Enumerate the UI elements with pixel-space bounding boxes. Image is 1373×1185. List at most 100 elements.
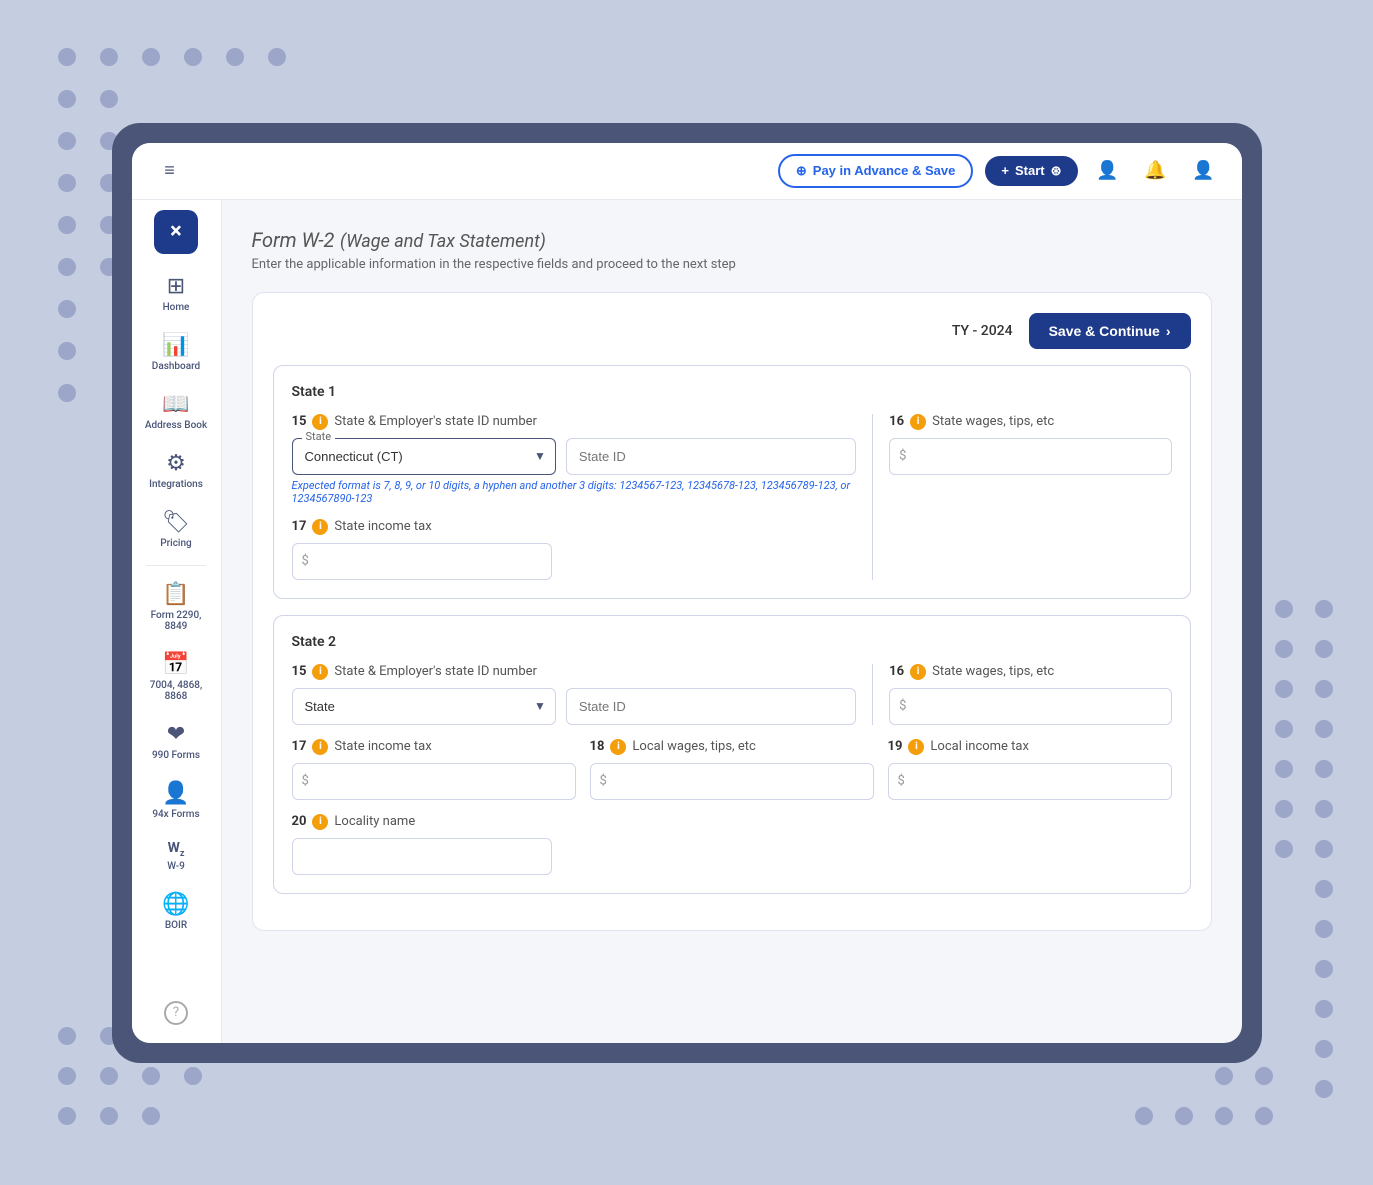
field17-info-icon[interactable]: i [312, 519, 328, 535]
field16-label-text: State wages, tips, etc [932, 414, 1054, 429]
state2-field20-label-text: Locality name [334, 814, 415, 829]
pricing-icon: 🏷 [162, 510, 190, 535]
plus-icon: + [1001, 163, 1009, 178]
topbar: ≡ ⊕ Pay in Advance & Save + Start ⊛ 👤 🔔 [132, 143, 1242, 200]
sidebar-dashboard-label: Dashboard [152, 361, 200, 372]
sidebar-integrations-label: Integrations [149, 479, 203, 490]
sidebar-item-address-book[interactable]: 📖 Address Book [136, 384, 216, 439]
start-label: Start [1015, 163, 1045, 178]
app-layout: × ⊞ Home 📊 Dashboard 📖 Address Book ⚙ In… [132, 200, 1242, 1043]
state2-row2: 17 i State income tax $ [292, 739, 1172, 800]
state2-field16-label-row: 16 i State wages, tips, etc [889, 664, 1171, 680]
sidebar-item-boir[interactable]: 🌐 BOIR [136, 884, 216, 939]
start-button[interactable]: + Start ⊛ [985, 156, 1077, 186]
topbar-right: ⊕ Pay in Advance & Save + Start ⊛ 👤 🔔 👤 [778, 153, 1222, 189]
state1-wages-input[interactable] [889, 438, 1171, 475]
field16-number: 16 [889, 414, 904, 429]
state2-field19-label-row: 19 i Local income tax [888, 739, 1172, 755]
sidebar-item-form990[interactable]: ❤ 990 Forms [136, 714, 216, 769]
state1-field17-group: 17 i State income tax $ [292, 519, 552, 580]
state2-field20-info-icon[interactable]: i [312, 814, 328, 830]
contacts-icon: 👤 [1096, 160, 1118, 181]
state2-left-col: 15 i State & Employer's state ID number … [292, 664, 874, 725]
account-button[interactable]: 👤 [1186, 153, 1222, 189]
field17-label-text: State income tax [334, 519, 431, 534]
state2-field20-group: 20 i Locality name [292, 814, 1172, 875]
address-book-icon: 📖 [162, 392, 189, 417]
sidebar-item-pricing[interactable]: 🏷 Pricing [136, 502, 216, 557]
state2-field17-info-icon[interactable]: i [312, 739, 328, 755]
state2-field18-number: 18 [590, 739, 605, 754]
field17-number: 17 [292, 519, 307, 534]
state2-field15-info-icon[interactable]: i [312, 664, 328, 680]
state2-field20-number: 20 [292, 814, 307, 829]
sidebar-item-w9[interactable]: Wz W-9 [136, 832, 216, 881]
sidebar-boir-label: BOIR [165, 920, 187, 931]
dashboard-icon: 📊 [162, 333, 189, 358]
state2-field18-input-wrapper: $ [590, 763, 874, 800]
state2-field18-info-icon[interactable]: i [610, 739, 626, 755]
form-header: TY - 2024 Save & Continue › [273, 313, 1191, 349]
state1-select-label: State [302, 430, 336, 443]
pay-advance-label: Pay in Advance & Save [813, 163, 956, 178]
state2-locality-name-input[interactable] [292, 838, 552, 875]
home-icon: ⊞ [167, 274, 185, 299]
state2-wages-input[interactable] [889, 688, 1171, 725]
form990-icon: ❤ [167, 722, 185, 747]
sidebar-divider-1 [146, 565, 206, 566]
state1-section: State 1 15 i State & Employer's state ID… [273, 365, 1191, 599]
logo-text: × [170, 219, 182, 244]
sidebar-item-form2290[interactable]: 📋 Form 2290, 8849 [136, 574, 216, 640]
sidebar-item-dashboard[interactable]: 📊 Dashboard [136, 325, 216, 380]
bell-icon: 🔔 [1144, 160, 1166, 181]
sidebar-item-form94x[interactable]: 👤 94x Forms [136, 773, 216, 828]
state1-state-id-input[interactable] [566, 438, 856, 475]
state2-row1: 15 i State & Employer's state ID number … [292, 664, 1172, 725]
state2-local-income-tax-input[interactable] [888, 763, 1172, 800]
main-content: Form W-2 (Wage and Tax Statement) Enter … [222, 200, 1242, 1043]
state2-right-col: 16 i State wages, tips, etc $ [873, 664, 1171, 725]
state1-income-tax-input[interactable] [292, 543, 552, 580]
sidebar-w9-label: W-9 [167, 861, 185, 872]
hamburger-menu-button[interactable]: ≡ [152, 153, 188, 189]
form7004-icon: 📅 [162, 652, 189, 677]
sidebar-address-label: Address Book [145, 420, 207, 431]
state2-field19-info-icon[interactable]: i [908, 739, 924, 755]
state2-field16-info-icon[interactable]: i [910, 664, 926, 680]
notifications-button[interactable]: 🔔 [1138, 153, 1174, 189]
state2-state-id-input[interactable] [566, 688, 856, 725]
state2-field16-number: 16 [889, 664, 904, 679]
field16-dollar-icon: $ [899, 449, 906, 464]
state2-field17-dollar-icon: $ [302, 774, 309, 789]
state1-main-row: 15 i State & Employer's state ID number … [292, 414, 1172, 580]
contacts-button[interactable]: 👤 [1090, 153, 1126, 189]
state2-field19-label-text: Local income tax [930, 739, 1029, 754]
field15-info-icon[interactable]: i [312, 414, 328, 430]
pay-advance-button[interactable]: ⊕ Pay in Advance & Save [778, 154, 974, 188]
tax-year: TY - 2024 [952, 323, 1013, 339]
state2-state-select[interactable]: State [292, 688, 556, 725]
state2-field15-number: 15 [292, 664, 307, 679]
form-name: Form W-2 [252, 228, 335, 252]
sidebar-form7004-label: 7004, 4868, 8868 [142, 680, 210, 702]
w9-icon: Wz [168, 840, 185, 859]
field16-info-icon[interactable]: i [910, 414, 926, 430]
window-inner: ≡ ⊕ Pay in Advance & Save + Start ⊛ 👤 🔔 [132, 143, 1242, 1043]
save-continue-button[interactable]: Save & Continue › [1029, 313, 1191, 349]
state1-state-select-wrapper: State Connecticut (CT) ▼ [292, 438, 556, 475]
sidebar-item-home[interactable]: ⊞ Home [136, 266, 216, 321]
state1-field16-input-wrapper: $ [889, 438, 1171, 475]
state2-field18-group: 18 i Local wages, tips, etc $ [590, 739, 874, 800]
state2-field19-input-wrapper: $ [888, 763, 1172, 800]
state2-field17-group: 17 i State income tax $ [292, 739, 576, 800]
state1-state-select[interactable]: Connecticut (CT) [292, 438, 556, 475]
state2-income-tax-input[interactable] [292, 763, 576, 800]
sidebar-item-integrations[interactable]: ⚙ Integrations [136, 443, 216, 498]
sidebar-form94x-label: 94x Forms [152, 809, 199, 820]
sidebar-item-help[interactable]: ? [136, 993, 216, 1033]
boir-icon: 🌐 [162, 892, 189, 917]
field17-dollar-icon: $ [302, 554, 309, 569]
sidebar-home-label: Home [163, 302, 190, 313]
state2-local-wages-input[interactable] [590, 763, 874, 800]
sidebar-item-form7004[interactable]: 📅 7004, 4868, 8868 [136, 644, 216, 710]
